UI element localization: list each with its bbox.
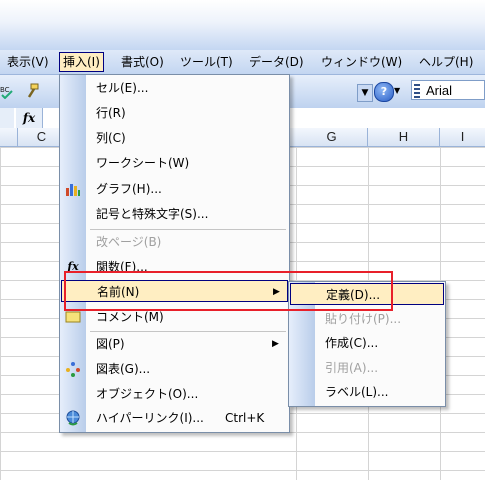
menu-insert[interactable]: 挿入(I) xyxy=(59,52,104,72)
menu-item-label: 記号と特殊文字(S)... xyxy=(96,207,209,221)
menu-tools[interactable]: ツール(T) xyxy=(177,53,236,71)
menu-item-diagram[interactable]: 図表(G)... xyxy=(60,358,289,380)
menu-item-label: 改ページ(B) xyxy=(96,235,162,249)
submenu-item-paste: 貼り付け(P)... xyxy=(289,308,445,330)
menu-view[interactable]: 表示(V) xyxy=(4,53,52,71)
column-header-spacer xyxy=(0,128,18,146)
grid-line xyxy=(0,147,1,480)
column-header-g[interactable]: G xyxy=(296,128,368,146)
menu-separator xyxy=(90,229,286,230)
zoom-dropdown-button[interactable]: ▼ xyxy=(357,84,373,102)
menu-item-label: セル(E)... xyxy=(96,81,149,95)
fx-icon[interactable]: fx xyxy=(16,108,43,128)
menu-data[interactable]: データ(D) xyxy=(246,53,307,71)
menu-item-page-break: 改ページ(B) xyxy=(60,231,289,253)
menu-item-label: ワークシート(W) xyxy=(96,156,190,170)
menu-separator xyxy=(90,331,286,332)
column-header-h[interactable]: H xyxy=(368,128,440,146)
name-box[interactable] xyxy=(0,108,14,128)
menu-item-label: ラベル(L)... xyxy=(325,385,389,399)
chart-icon xyxy=(66,184,80,196)
diagram-icon xyxy=(66,362,80,377)
menu-item-object[interactable]: オブジェクト(O)... xyxy=(60,383,289,405)
menu-item-cells[interactable]: セル(E)... xyxy=(60,77,289,99)
menu-help[interactable]: ヘルプ(H) xyxy=(416,53,476,71)
menu-item-columns[interactable]: 列(C) xyxy=(60,127,289,149)
font-name-value: Arial xyxy=(426,83,453,98)
menu-item-label: 列(C) xyxy=(96,131,126,145)
menu-item-chart[interactable]: グラフ(H)... xyxy=(60,178,289,200)
submenu-arrow-icon: ▶ xyxy=(272,339,279,349)
menu-item-label: 引用(A)... xyxy=(325,361,379,375)
menu-window[interactable]: ウィンドウ(W) xyxy=(318,53,405,71)
menu-item-label: 行(R) xyxy=(96,106,126,120)
submenu-item-create[interactable]: 作成(C)... xyxy=(289,332,445,354)
menu-item-worksheet[interactable]: ワークシート(W) xyxy=(60,152,289,174)
menu-format[interactable]: 書式(O) xyxy=(118,53,167,71)
menu-item-hyperlink[interactable]: ハイパーリンク(I)... Ctrl+K xyxy=(60,407,289,429)
font-name-box[interactable]: Arial xyxy=(411,80,485,100)
menu-item-label: 貼り付け(P)... xyxy=(325,312,402,326)
menu-item-label: オブジェクト(O)... xyxy=(96,387,199,401)
menu-item-label: ハイパーリンク(I)... xyxy=(96,411,204,425)
menu-item-label: 図(P) xyxy=(96,337,125,351)
menu-item-label: 図表(G)... xyxy=(96,362,151,376)
help-icon[interactable]: ? xyxy=(374,82,394,102)
submenu-item-apply: 引用(A)... xyxy=(289,357,445,379)
menu-item-label: グラフ(H)... xyxy=(96,182,162,196)
menu-item-rows[interactable]: 行(R) xyxy=(60,102,289,124)
format-painter-icon[interactable] xyxy=(24,83,40,99)
spelling-icon[interactable]: BC xyxy=(0,83,16,99)
title-bar xyxy=(0,0,485,50)
menu-item-symbol[interactable]: 記号と特殊文字(S)... xyxy=(60,203,289,225)
svg-text:BC: BC xyxy=(0,86,10,94)
menu-item-shortcut: Ctrl+K xyxy=(225,411,265,425)
comment-icon xyxy=(65,311,81,323)
annotation-highlight-box xyxy=(64,271,393,311)
toolbar-grip[interactable] xyxy=(414,84,420,98)
menu-item-label: 作成(C)... xyxy=(325,336,379,350)
insert-menu: セル(E)... 行(R) 列(C) ワークシート(W) グラフ(H)... 記… xyxy=(59,74,290,433)
chevron-down-icon[interactable]: ▼ xyxy=(394,86,400,95)
submenu-item-label[interactable]: ラベル(L)... xyxy=(289,381,445,403)
column-header-i[interactable]: I xyxy=(440,128,485,146)
hyperlink-icon xyxy=(66,410,80,426)
menu-item-picture[interactable]: 図(P) ▶ xyxy=(60,333,289,355)
menu-bar: 表示(V) 挿入(I) 書式(O) ツール(T) データ(D) ウィンドウ(W)… xyxy=(0,50,485,75)
